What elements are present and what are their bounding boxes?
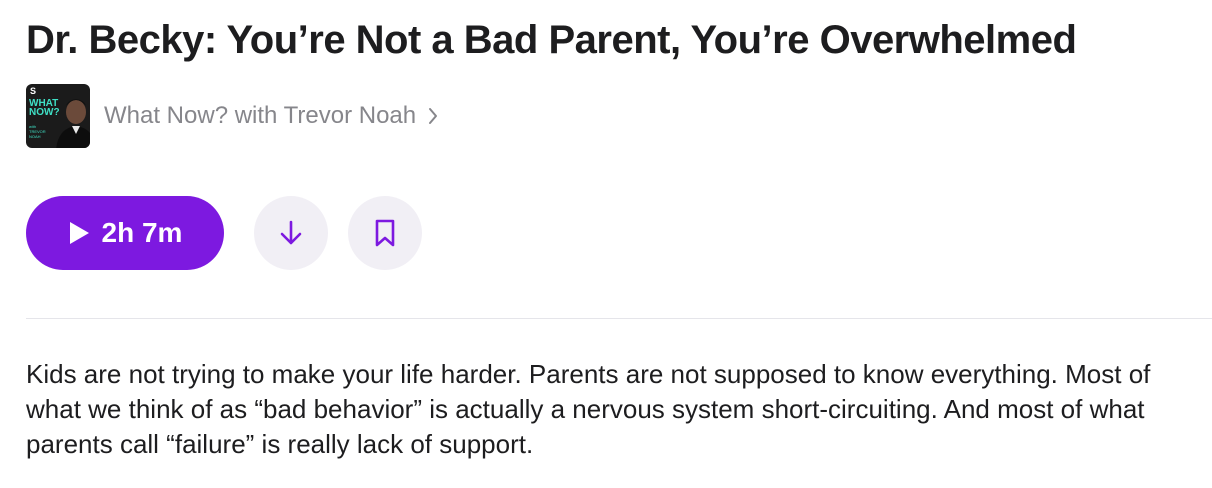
chevron-right-icon xyxy=(429,108,438,124)
show-row: S WHAT NOW? with TREVOR NOAH What Now? w… xyxy=(26,84,438,148)
artwork-logo-letter: S xyxy=(30,86,37,96)
show-name: What Now? with Trevor Noah xyxy=(104,102,417,129)
episode-title: Dr. Becky: You’re Not a Bad Parent, You’… xyxy=(26,18,1077,62)
bookmark-button[interactable] xyxy=(348,196,422,270)
artwork-host-portrait xyxy=(56,99,90,148)
episode-duration: 2h 7m xyxy=(101,217,183,248)
section-divider xyxy=(26,318,1212,319)
show-link[interactable]: What Now? with Trevor Noah xyxy=(104,102,438,130)
play-button[interactable]: 2h 7m xyxy=(26,196,224,270)
artwork-host-last: NOAH xyxy=(29,134,41,139)
download-button[interactable] xyxy=(254,196,328,270)
download-arrow-icon xyxy=(280,220,302,245)
episode-description: Kids are not trying to make your life ha… xyxy=(26,359,1151,459)
play-icon xyxy=(69,222,89,244)
episode-actions: 2h 7m xyxy=(26,196,422,270)
podcast-artwork[interactable]: S WHAT NOW? with TREVOR NOAH xyxy=(26,84,90,148)
bookmark-icon xyxy=(375,219,395,247)
artwork-host-text: with TREVOR NOAH xyxy=(29,124,46,139)
